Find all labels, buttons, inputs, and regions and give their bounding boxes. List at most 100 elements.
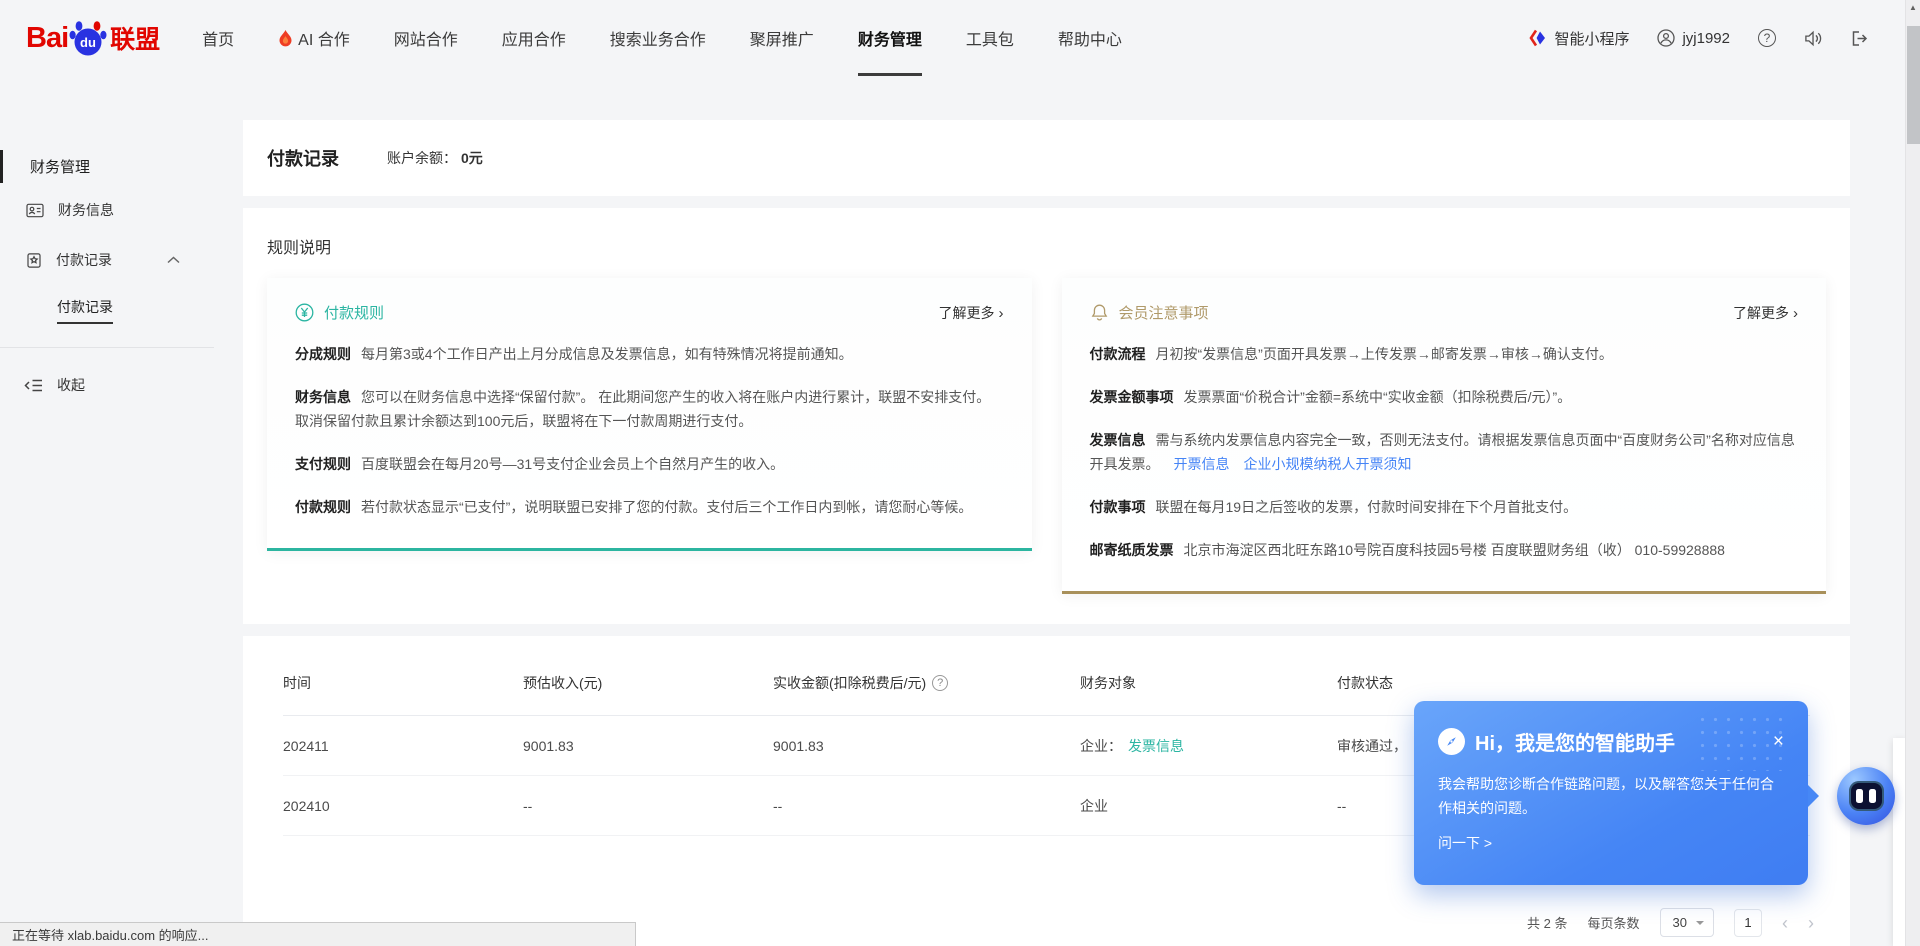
top-nav: Bai du 联盟 首页 AI 合作 网站合作 应用合作 [0,0,1920,76]
finance-info-icon [26,202,44,219]
logo-text-union: 联盟 [110,20,160,56]
rule-item: 付款规则若付款状态显示“已支付”，说明联盟已安排了您的付款。支付后三个工作日内到… [295,495,1004,519]
rule-text: 联盟在每月19日之后签收的发票，付款时间安排在下个月首批支付。 [1156,499,1578,515]
sound-icon[interactable] [1804,30,1823,47]
mini-program-icon [1529,29,1547,47]
browser-status-bar: 正在等待 xlab.baidu.com 的响应... [0,922,636,946]
payment-records-icon [26,252,42,269]
nav-item-screen-promo[interactable]: 聚屏推广 [750,0,814,76]
more-arrow-icon: › [999,305,1004,322]
column-header-finance-object: 财务对象 [1080,673,1337,693]
rule-label: 发票信息 [1090,432,1146,448]
svg-text:du: du [80,35,96,50]
sidebar-item-finance-info[interactable]: 财务信息 [0,185,230,235]
rule-text: 百度联盟会在每月20号—31号支付企业会员上个自然月产生的收入。 [361,456,784,472]
assistant-message: 我会帮助您诊断合作链路问题，以及解答您关于任何合作相关的问题。 [1438,772,1784,820]
cell-time: 202410 [283,798,523,814]
rule-item: 付款流程月初按“发票信息”页面开具发票→上传发票→邮寄发票→审核→确认支付。 [1090,342,1799,366]
page-number-button[interactable]: 1 [1734,909,1762,937]
pagination-total: 共 2 条 [1527,913,1567,932]
logo-text-bai: Bai [26,22,68,55]
member-notice-icon [1090,303,1109,322]
column-header-estimated: 预估收入(元) [523,673,773,693]
assistant-robot-avatar[interactable] [1837,767,1895,825]
cell-finance-object: 企业：发票信息 [1080,736,1337,756]
rule-label: 支付规则 [295,456,351,472]
member-notice-title: 会员注意事项 [1119,302,1209,323]
sidebar-item-payment-records[interactable]: 付款记录 [0,235,230,285]
invoice-info-table-link[interactable]: 发票信息 [1128,738,1184,754]
nav-item-finance[interactable]: 财务管理 [858,0,922,76]
nav-item-ai[interactable]: AI 合作 [278,0,350,76]
rule-label: 付款流程 [1090,346,1146,362]
scrollbar-thumb[interactable] [1907,26,1920,144]
prev-page-icon[interactable]: ‹ [1782,914,1788,932]
column-header-time: 时间 [283,673,523,693]
payment-rules-card: 付款规则 了解更多› 分成规则每月第3或4个工作日产出上月分成信息及发票信息，如… [267,278,1032,551]
nav-item-help-center[interactable]: 帮助中心 [1058,0,1122,76]
sidebar-collapse-button[interactable]: 收起 [0,360,230,410]
member-notice-more-link[interactable]: 了解更多› [1733,303,1798,323]
flame-icon [278,30,293,47]
rule-label: 分成规则 [295,346,351,362]
sidebar: 财务管理 财务信息 付款记录 付款记录 收起 [0,76,230,410]
help-icon[interactable]: ? [1758,29,1776,47]
account-balance: 账户余额：0元 [387,148,483,168]
page-title: 付款记录 [267,145,339,171]
baidu-union-logo[interactable]: Bai du 联盟 [26,18,160,58]
rule-label: 财务信息 [295,389,351,405]
scrollbar-up-arrow[interactable]: ▲ [1906,0,1920,15]
rule-label: 付款规则 [295,499,351,515]
mini-program-link[interactable]: 智能小程序 [1529,28,1629,49]
rule-text: 发票票面“价税合计”金额=系统中“实收金额（扣除税费后/元）”。 [1184,389,1572,405]
logout-icon[interactable] [1851,30,1870,47]
cell-received: 9001.83 [773,738,1080,754]
ask-link[interactable]: 问一下 > [1438,833,1492,853]
nav-item-toolkit[interactable]: 工具包 [966,0,1014,76]
assistant-title: Hi，我是您的智能助手 [1475,727,1675,756]
cell-estimated: 9001.83 [523,738,773,754]
username: jyj1992 [1682,30,1730,47]
chevron-up-icon[interactable] [167,256,180,264]
robot-face-icon [1849,781,1884,811]
rule-item: 支付规则百度联盟会在每月20号—31号支付企业会员上个自然月产生的收入。 [295,452,1004,476]
rule-text: 月初按“发票信息”页面开具发票→上传发票→邮寄发票→审核→确认支付。 [1156,346,1613,362]
rule-item: 发票信息需与系统内发票信息内容完全一致，否则无法支付。请根据发票信息页面中“百度… [1090,428,1799,476]
window-scrollbar: ▲ [1905,0,1920,946]
compass-icon [1438,728,1465,755]
user-icon [1657,29,1675,47]
per-page-select[interactable]: 30 [1660,908,1714,937]
column-help-icon[interactable]: ? [932,675,948,691]
close-icon[interactable]: × [1773,731,1784,753]
rule-item: 付款事项联盟在每月19日之后签收的发票，付款时间安排在下个月首批支付。 [1090,495,1799,519]
page-header-card: 付款记录 账户余额：0元 [243,120,1850,196]
rule-text: 若付款状态显示“已支付”，说明联盟已安排了您的付款。支付后三个工作日内到帐，请您… [361,499,972,515]
invoice-info-link[interactable]: 开票信息 [1174,456,1230,472]
sidebar-divider [0,347,214,348]
rule-text: 每月第3或4个工作日产出上月分成信息及发票信息，如有特殊情况将提前通知。 [361,346,853,362]
next-page-icon[interactable]: › [1808,914,1814,932]
payment-rules-title: 付款规则 [324,302,384,323]
rule-item: 发票金额事项发票票面“价税合计”金额=系统中“实收金额（扣除税费后/元）”。 [1090,385,1799,409]
nav-item-app[interactable]: 应用合作 [502,0,566,76]
member-notice-card: 会员注意事项 了解更多› 付款流程月初按“发票信息”页面开具发票→上传发票→邮寄… [1062,278,1827,594]
nav-item-website[interactable]: 网站合作 [394,0,458,76]
rule-label: 付款事项 [1090,499,1146,515]
rules-section-title: 规则说明 [267,234,1826,258]
payment-rules-icon [295,303,314,322]
rules-section-card: 规则说明 付款规则 了解更多› 分成规则每月第3或4个工作日产出上月分成信息及发… [243,208,1850,624]
more-arrow-icon: › [1793,305,1798,322]
rule-label: 发票金额事项 [1090,389,1174,405]
small-taxpayer-notice-link[interactable]: 企业小规模纳税人开票须知 [1244,456,1412,472]
payment-rules-more-link[interactable]: 了解更多› [939,303,1004,323]
column-header-received: 实收金额(扣除税费后/元) ? [773,673,1080,693]
nav-item-search-business[interactable]: 搜索业务合作 [610,0,706,76]
nav-item-home[interactable]: 首页 [202,0,234,76]
status-text: 正在等待 xlab.baidu.com 的响应... [12,925,209,944]
rule-label: 邮寄纸质发票 [1090,542,1174,558]
user-account[interactable]: jyj1992 [1657,29,1730,47]
sidebar-subitem-payment-records[interactable]: 付款记录 [0,285,230,335]
per-page-label: 每页条数 [1588,913,1640,932]
cell-finance-object: 企业 [1080,796,1337,816]
balance-value: 0元 [461,150,483,166]
